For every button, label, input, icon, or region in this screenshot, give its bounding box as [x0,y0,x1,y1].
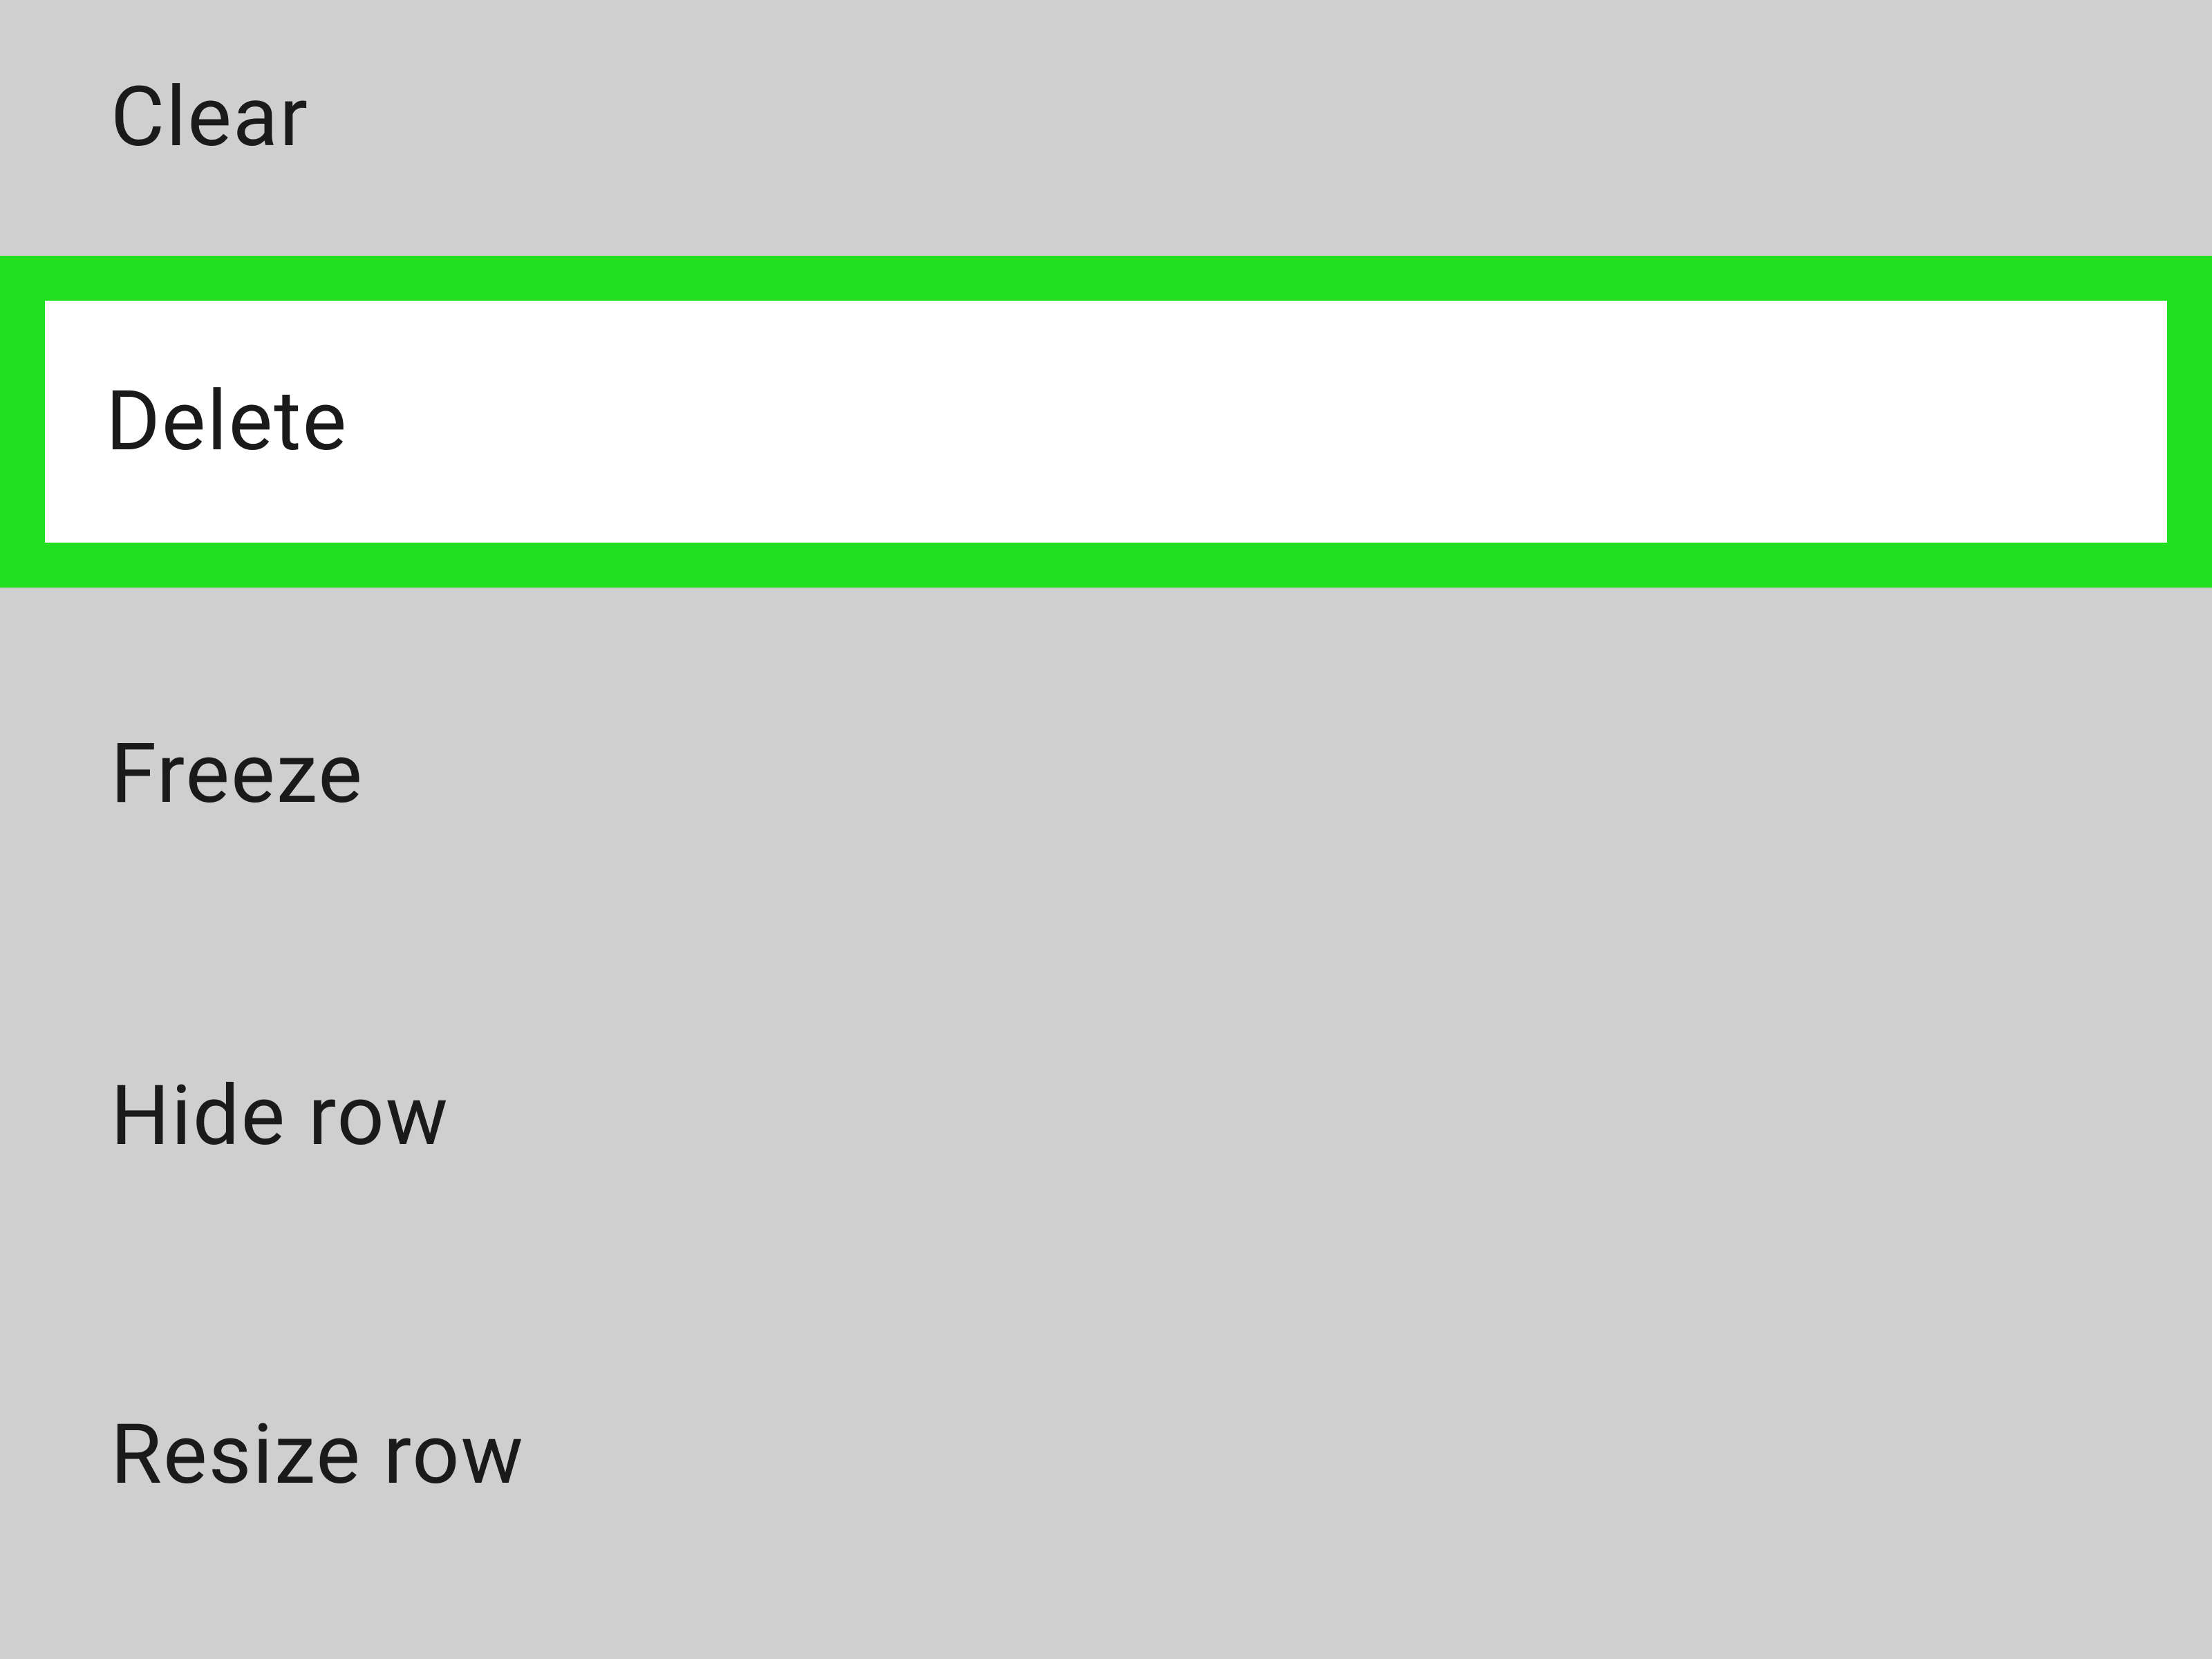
context-menu: Clear Delete Freeze Hide row Resize row [0,0,2212,1600]
menu-item-label: Delete [106,373,348,470]
menu-item-freeze[interactable]: Freeze [0,588,2212,919]
menu-item-hide-row[interactable]: Hide row [0,919,2212,1262]
menu-item-delete-highlight: Delete [0,256,2212,588]
menu-item-resize-row[interactable]: Resize row [0,1262,2212,1600]
menu-item-label: Clear [111,69,309,166]
menu-item-delete[interactable]: Delete [45,301,2167,543]
menu-item-label: Freeze [111,726,364,823]
menu-item-clear[interactable]: Clear [0,0,2212,256]
menu-item-label: Hide row [111,1068,449,1165]
menu-item-label: Resize row [111,1407,525,1503]
